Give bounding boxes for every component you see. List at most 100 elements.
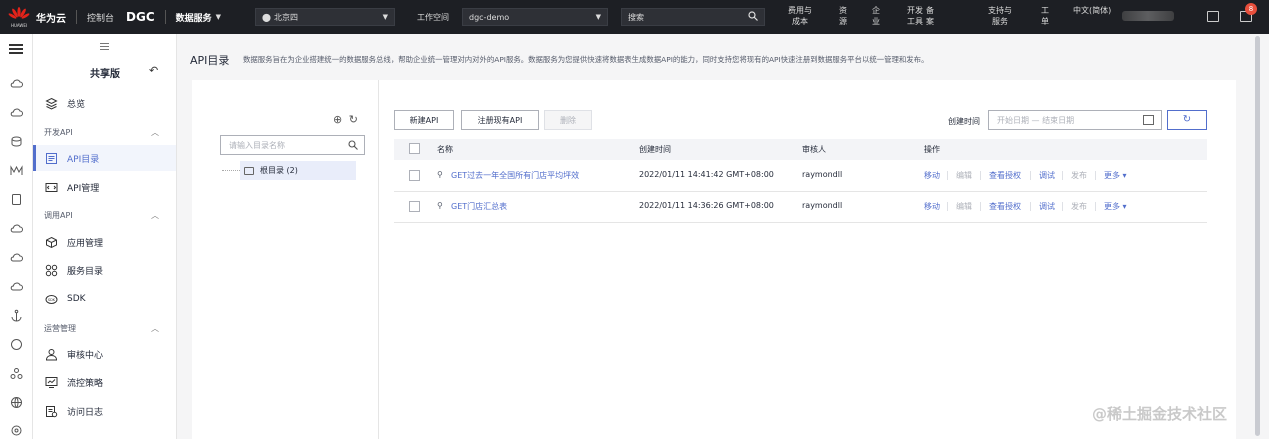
- refresh-icon[interactable]: ↻: [349, 113, 358, 126]
- badge-icon[interactable]: [10, 338, 23, 351]
- chevron-up-icon[interactable]: ︿: [151, 323, 159, 334]
- view-auth-action[interactable]: 查看授权: [989, 201, 1021, 212]
- layers-icon: [45, 97, 58, 110]
- api-name-link[interactable]: GET过去一年全国所有门店平均坪效: [451, 170, 579, 181]
- chevron-up-icon[interactable]: ︿: [151, 210, 159, 221]
- terminal-icon[interactable]: [1207, 11, 1219, 22]
- search-icon[interactable]: [348, 140, 358, 150]
- caret-down-icon[interactable]: ▼: [216, 13, 221, 21]
- product-name[interactable]: DGC: [126, 10, 155, 24]
- nav-devtools[interactable]: 开发工具: [905, 5, 925, 27]
- cloud-storage-icon[interactable]: [10, 222, 23, 235]
- calendar-icon[interactable]: [1143, 115, 1154, 125]
- group-call-api[interactable]: 调用API: [44, 210, 73, 221]
- api-name-link[interactable]: GET门店汇总表: [451, 201, 507, 212]
- edit-action[interactable]: 编辑: [956, 201, 972, 212]
- nav-filing[interactable]: 备案: [925, 5, 935, 27]
- debug-action[interactable]: 调试: [1039, 170, 1055, 181]
- nav-cost[interactable]: 费用与成本: [786, 5, 814, 27]
- cloud-security-icon[interactable]: [10, 280, 23, 293]
- dropdown-arrow-icon: ▼: [382, 13, 388, 21]
- language-switcher[interactable]: 中文(简体): [1073, 5, 1113, 16]
- cluster-icon[interactable]: [10, 367, 23, 380]
- anchor-icon[interactable]: [10, 309, 23, 322]
- divider: [980, 171, 981, 180]
- divider: [980, 202, 981, 211]
- file-icon[interactable]: [10, 193, 23, 206]
- menu-collapse-icon[interactable]: [100, 43, 109, 50]
- select-all-checkbox[interactable]: [409, 143, 420, 154]
- debug-action[interactable]: 调试: [1039, 201, 1055, 212]
- back-icon[interactable]: ↶: [149, 64, 158, 77]
- link-icon: ⚲: [437, 170, 443, 179]
- divider: [1095, 171, 1096, 180]
- global-search-input[interactable]: 搜索: [621, 8, 765, 26]
- console-link[interactable]: 控制台: [87, 11, 114, 24]
- refresh-button[interactable]: ↻: [1167, 110, 1207, 130]
- view-auth-action[interactable]: 查看授权: [989, 170, 1021, 181]
- cloud-server-icon[interactable]: [10, 106, 23, 119]
- workspace-label: 工作空间: [417, 13, 449, 22]
- workspace-value: dgc-demo: [469, 12, 510, 22]
- scrollbar-thumb[interactable]: [1255, 36, 1260, 436]
- menu-item-label: 审核中心: [67, 350, 104, 361]
- menu-item-service-catalog[interactable]: 服务目录: [33, 257, 176, 283]
- group-dev-api[interactable]: 开发API: [44, 127, 73, 138]
- region-value: 北京四: [273, 12, 298, 22]
- account-name[interactable]: [1122, 11, 1174, 21]
- tree-node-label: 根目录 (2): [260, 166, 298, 175]
- menu-item-app-manage[interactable]: 应用管理: [33, 229, 176, 255]
- more-action[interactable]: 更多 ▾: [1104, 170, 1127, 181]
- divider: [947, 171, 948, 180]
- database-icon[interactable]: [10, 135, 23, 148]
- move-action[interactable]: 移动: [924, 170, 940, 181]
- more-action[interactable]: 更多 ▾: [1104, 201, 1127, 212]
- log-icon: [46, 405, 58, 417]
- date-range-picker[interactable]: 开始日期 — 结束日期: [988, 110, 1162, 130]
- register-api-button[interactable]: 注册现有API: [461, 110, 539, 130]
- globe-icon[interactable]: [10, 396, 23, 409]
- edit-action[interactable]: 编辑: [956, 170, 972, 181]
- hamburger-icon[interactable]: [9, 44, 23, 54]
- region-select[interactable]: ⬤ 北京四 ▼: [255, 8, 395, 26]
- add-circle-icon[interactable]: ⊕: [333, 113, 342, 126]
- reviewer: raymondll: [802, 201, 843, 210]
- publish-action[interactable]: 发布: [1071, 201, 1087, 212]
- menu-item-api-catalog[interactable]: API目录: [33, 145, 176, 171]
- directory-search-input[interactable]: 请输入目录名称: [220, 135, 365, 155]
- folder-icon: [244, 166, 254, 175]
- new-api-button[interactable]: 新建API: [394, 110, 454, 130]
- menu-item-overview[interactable]: 总览: [33, 90, 176, 116]
- row-checkbox[interactable]: [409, 170, 420, 181]
- chevron-up-icon[interactable]: ︿: [151, 127, 159, 138]
- workspace-select[interactable]: dgc-demo ▼: [462, 8, 608, 26]
- menu-item-access-log[interactable]: 访问日志: [33, 398, 176, 424]
- delete-button[interactable]: 删除: [544, 110, 592, 130]
- move-action[interactable]: 移动: [924, 201, 940, 212]
- group-ops[interactable]: 运营管理: [44, 323, 76, 334]
- publish-action[interactable]: 发布: [1071, 170, 1087, 181]
- nav-support[interactable]: 支持与服务: [986, 5, 1014, 27]
- cloud-network-icon[interactable]: [10, 251, 23, 264]
- menu-item-api-manage[interactable]: API管理: [33, 174, 176, 200]
- cloud-icon[interactable]: [10, 77, 23, 90]
- search-icon[interactable]: [748, 11, 758, 21]
- menu-item-label: 访问日志: [67, 407, 104, 418]
- settings-icon[interactable]: [10, 424, 23, 437]
- watermark: @稀土掘金技术社区: [1092, 405, 1228, 423]
- nav-enterprise[interactable]: 企业: [871, 5, 881, 27]
- created-time-label: 创建时间: [948, 117, 980, 126]
- mapreduce-icon[interactable]: [10, 164, 23, 177]
- tree-node-root[interactable]: 根目录 (2): [240, 161, 356, 180]
- row-checkbox[interactable]: [409, 201, 420, 212]
- cube-icon: [46, 236, 57, 248]
- menu-item-flow-policy[interactable]: 流控策略: [33, 369, 176, 395]
- huawei-logo[interactable]: HUAWEI: [6, 5, 32, 29]
- refresh-icon: ↻: [1182, 114, 1192, 125]
- nav-resources[interactable]: 资源: [838, 5, 848, 27]
- monitor-icon: [45, 376, 58, 388]
- menu-item-review-center[interactable]: 审核中心: [33, 341, 176, 367]
- menu-item-sdk[interactable]: SDK SDK: [33, 286, 176, 312]
- service-switcher[interactable]: 数据服务: [176, 11, 212, 24]
- nav-tickets[interactable]: 工单: [1040, 5, 1050, 27]
